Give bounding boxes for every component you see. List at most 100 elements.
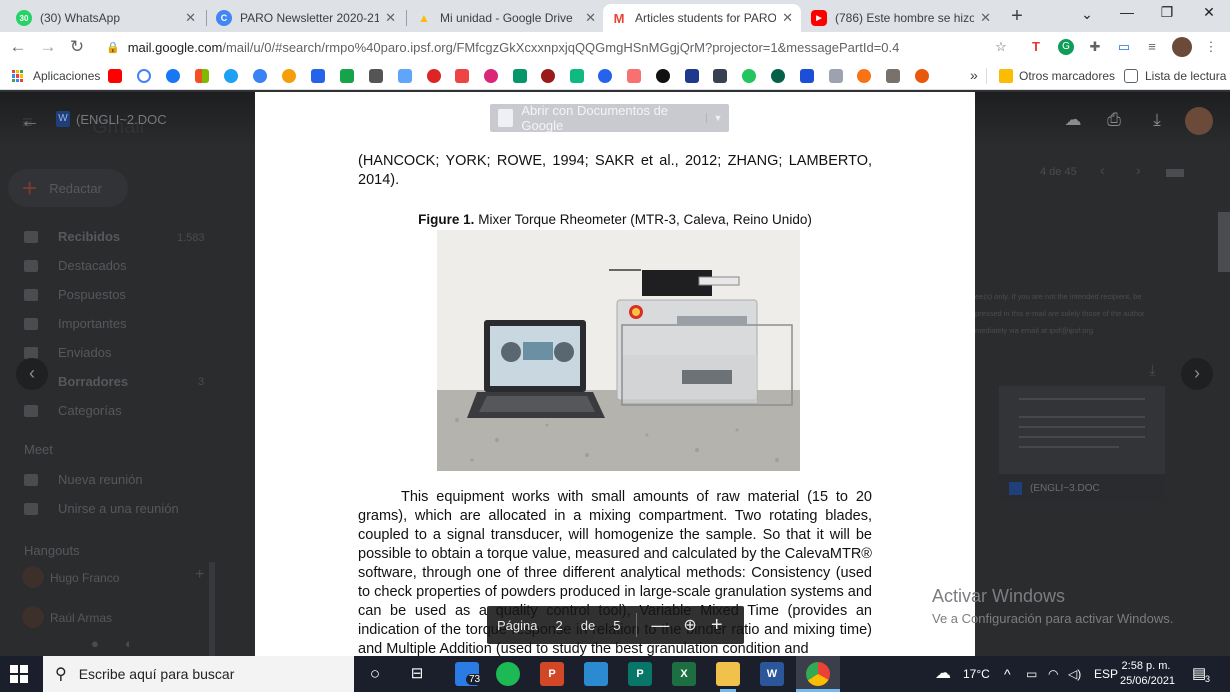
tab-youtube[interactable]: ▶ (786) Este hombre se hizo m ✕ xyxy=(803,4,999,32)
volume-icon[interactable]: ◁) xyxy=(1068,656,1081,692)
reading-mode-icon[interactable]: ≡ xyxy=(1144,39,1160,55)
excel-icon[interactable]: X xyxy=(672,662,696,686)
tab-gmail-articles[interactable]: M Articles students for PARO N ✕ xyxy=(603,4,801,32)
contact-name[interactable]: Hugo Franco xyxy=(50,571,119,585)
windows-start-icon[interactable] xyxy=(10,665,28,683)
youtube-bookmark-icon[interactable] xyxy=(108,69,122,83)
back-arrow-icon[interactable]: ← xyxy=(8,37,28,57)
bookmarks-overflow-icon[interactable]: » xyxy=(970,67,978,83)
bookmark-icon[interactable] xyxy=(915,69,929,83)
chevron-up-icon[interactable]: ^ xyxy=(1004,656,1011,692)
bookmark-icon[interactable] xyxy=(484,69,498,83)
bookmark-icon[interactable] xyxy=(282,69,296,83)
menu-kebab-icon[interactable]: ⋮ xyxy=(1203,39,1219,55)
facebook-bookmark-icon[interactable] xyxy=(166,69,180,83)
bookmark-icon[interactable] xyxy=(627,69,641,83)
bookmark-icon[interactable] xyxy=(513,69,527,83)
folder-inbox[interactable]: Recibidos xyxy=(24,229,120,244)
bookmark-icon[interactable] xyxy=(829,69,843,83)
tab-whatsapp[interactable]: 30 (30) WhatsApp ✕ xyxy=(8,4,204,32)
chevron-down-icon[interactable]: ▼ xyxy=(705,113,729,123)
google-bookmark-icon[interactable] xyxy=(137,69,151,83)
clock[interactable]: 2:58 p. m. 25/06/2021 xyxy=(1120,659,1175,689)
project-icon[interactable]: P xyxy=(628,662,652,686)
bookmark-icon[interactable] xyxy=(598,69,612,83)
attachment-label-bar[interactable]: (ENGLI~3.DOC xyxy=(999,474,1165,502)
task-view-icon[interactable]: ⊟ xyxy=(405,662,429,686)
bookmark-icon[interactable] xyxy=(398,69,412,83)
twitter-bookmark-icon[interactable] xyxy=(224,69,238,83)
bookmark-icon[interactable] xyxy=(311,69,325,83)
minimize-button[interactable]: — xyxy=(1112,4,1142,20)
url-field[interactable]: 🔒 mail.google.com/mail/u/0/#search/rmpo%… xyxy=(100,34,1020,60)
forward-arrow-icon[interactable]: → xyxy=(38,37,58,57)
battery-icon[interactable]: ▭ xyxy=(1026,656,1037,692)
bookmark-icon[interactable] xyxy=(713,69,727,83)
remote-desktop-icon[interactable] xyxy=(584,662,608,686)
tab-google-drive[interactable]: ▲ Mi unidad - Google Drive ✕ xyxy=(408,4,604,32)
bookmark-other[interactable]: Otros marcadores xyxy=(1019,69,1115,83)
bookmark-icon[interactable] xyxy=(253,69,267,83)
weather-temp[interactable]: 17°C xyxy=(963,656,990,692)
bookmark-icon[interactable] xyxy=(455,69,469,83)
download-icon[interactable]: ⤓ xyxy=(1146,110,1168,132)
zoom-in-icon[interactable]: + xyxy=(711,614,723,637)
microsoft-bookmark-icon[interactable] xyxy=(195,69,209,83)
current-page[interactable]: 2 xyxy=(555,618,562,633)
folder-categories[interactable]: Categorías xyxy=(24,403,122,418)
print-icon[interactable]: ⎙ xyxy=(1103,110,1125,132)
word-icon[interactable]: W xyxy=(760,662,784,686)
bookmark-star-icon[interactable]: ☆ xyxy=(993,39,1009,55)
add-contact-icon[interactable]: + xyxy=(195,566,204,584)
bookmark-icon[interactable] xyxy=(427,69,441,83)
bookmark-apps[interactable]: Aplicaciones xyxy=(33,69,100,83)
bookmark-icon[interactable] xyxy=(800,69,814,83)
chat-icon[interactable]: ◐ xyxy=(125,636,133,651)
bookmark-icon[interactable] xyxy=(656,69,670,83)
folder-snoozed[interactable]: Pospuestos xyxy=(24,287,126,302)
bookmark-icon[interactable] xyxy=(886,69,900,83)
cortana-icon[interactable]: ○ xyxy=(363,662,387,686)
tab-search-button[interactable]: ⌄ xyxy=(1072,6,1102,23)
taskbar-search[interactable]: ⚲ Escribe aquí para buscar xyxy=(43,656,354,692)
close-icon[interactable]: ✕ xyxy=(980,10,991,26)
extensions-puzzle-icon[interactable]: ✚ xyxy=(1087,39,1103,55)
bookmark-icon[interactable] xyxy=(541,69,555,83)
close-icon[interactable]: ✕ xyxy=(782,10,793,26)
extension-tp-icon[interactable]: T xyxy=(1028,39,1044,55)
folder-sent[interactable]: Enviados xyxy=(24,345,111,360)
bookmark-icon[interactable] xyxy=(340,69,354,83)
compose-button[interactable]: + Redactar xyxy=(8,169,128,207)
bookmark-icon[interactable] xyxy=(742,69,756,83)
previous-attachment-button[interactable]: ‹ xyxy=(16,358,48,390)
back-arrow-icon[interactable]: ← xyxy=(20,110,40,133)
bookmark-icon[interactable] xyxy=(570,69,584,83)
new-tab-button[interactable]: + xyxy=(1006,6,1028,28)
restore-button[interactable]: ❐ xyxy=(1152,4,1182,21)
contact-name[interactable]: Raúl Armas xyxy=(50,611,112,625)
close-window-button[interactable]: ✕ xyxy=(1194,4,1224,21)
meet-join-meeting[interactable]: Unirse a una reunión xyxy=(24,501,179,516)
bookmark-icon[interactable] xyxy=(369,69,383,83)
download-icon[interactable]: ⤓ xyxy=(1149,362,1156,379)
extension-grammarly-icon[interactable]: G xyxy=(1058,39,1074,55)
file-explorer-icon[interactable] xyxy=(716,662,740,686)
zoom-icon[interactable]: ⊕ xyxy=(683,615,696,635)
add-to-drive-icon[interactable]: ☁ xyxy=(1062,110,1084,132)
tab-paro-newsletter[interactable]: C PARO Newsletter 2020-21 - A ✕ xyxy=(208,4,404,32)
close-icon[interactable]: ✕ xyxy=(585,10,596,26)
profile-avatar[interactable] xyxy=(1185,107,1213,135)
wifi-icon[interactable]: ◠ xyxy=(1048,656,1058,692)
spotify-icon[interactable] xyxy=(496,662,520,686)
person-icon[interactable]: ● xyxy=(91,636,99,651)
profile-avatar[interactable] xyxy=(1172,37,1192,57)
bookmark-icon[interactable] xyxy=(771,69,785,83)
close-icon[interactable]: ✕ xyxy=(385,10,396,26)
bookmark-icon[interactable] xyxy=(685,69,699,83)
language-indicator[interactable]: ESP xyxy=(1094,656,1118,692)
apps-grid-icon[interactable] xyxy=(12,70,24,82)
cloud-weather-icon[interactable]: ☁ xyxy=(935,656,951,692)
scrollbar[interactable] xyxy=(1218,212,1230,272)
powerpoint-icon[interactable]: P xyxy=(540,662,564,686)
folder-important[interactable]: Importantes xyxy=(24,316,127,331)
